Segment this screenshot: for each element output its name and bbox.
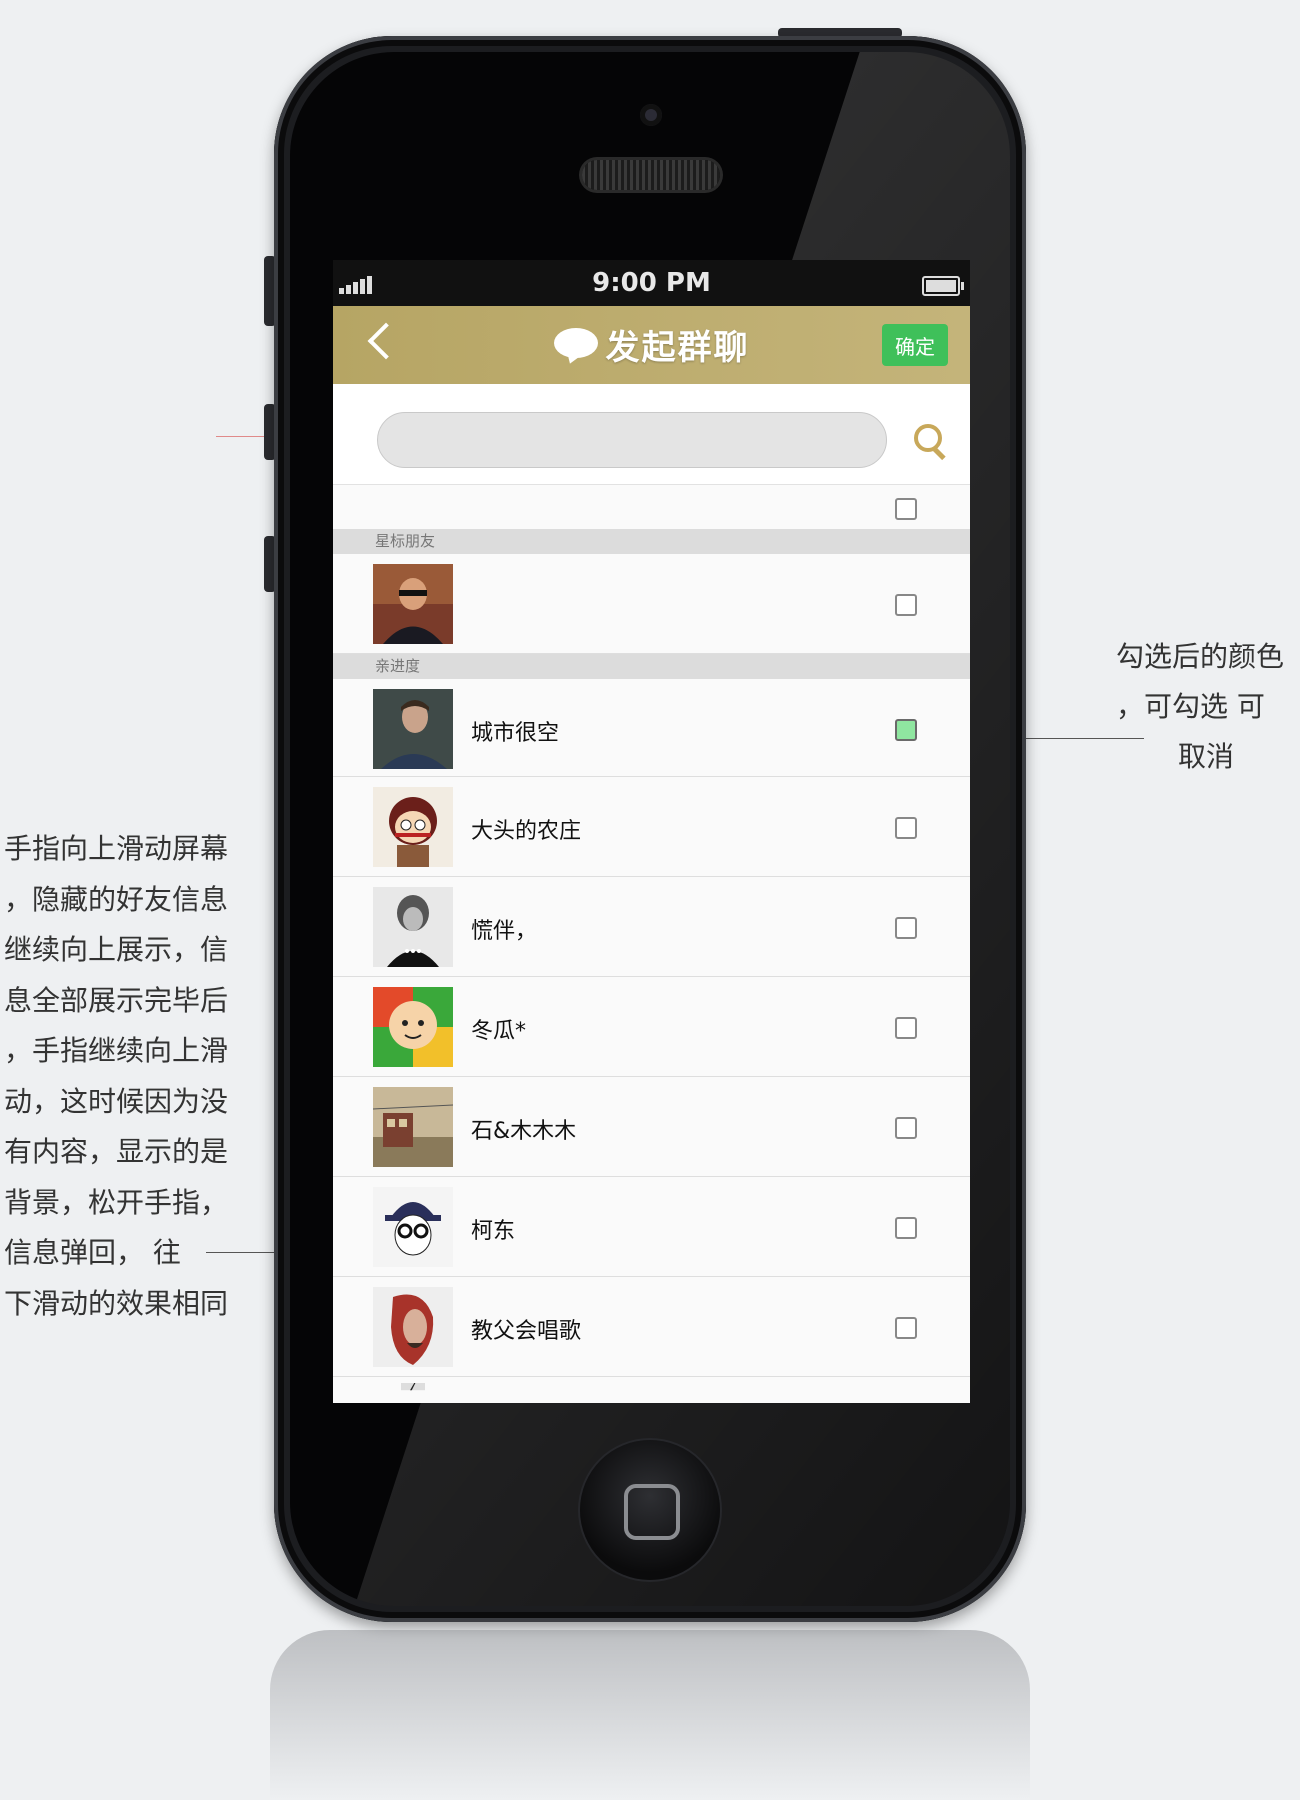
avatar [373,787,453,867]
avatar [373,887,453,967]
contact-checkbox-checked[interactable] [895,719,917,741]
contact-row[interactable]: 大头的农庄 [333,777,970,877]
earpiece-speaker [582,160,720,190]
avatar [401,1383,425,1391]
select-all-row [333,485,970,529]
phone-reflection [270,1630,1030,1800]
confirm-button[interactable]: 确定 [882,324,948,366]
phone-screen: 9:00 PM 发起群聊 确定 星标朋友 亲进度 城市很空 大头的农庄 慌伴， … [333,260,970,1403]
search-input[interactable] [377,412,887,468]
avatar [373,1287,453,1367]
contact-checkbox[interactable] [895,817,917,839]
chat-bubble-icon [553,327,598,366]
search-icon[interactable] [914,424,946,461]
status-bar: 9:00 PM [333,260,970,306]
home-button[interactable] [580,1440,720,1580]
avatar [373,564,453,644]
nav-title-group: 发起群聊 [333,320,970,369]
avatar [373,987,453,1067]
page-title: 发起群聊 [605,328,750,368]
select-all-checkbox[interactable] [895,498,917,520]
contact-name: 慌伴， [471,919,538,944]
section-header-recent: 亲进度 [333,654,970,679]
contact-row[interactable]: 冬瓜* [333,977,970,1077]
right-annotation-line2: ，可勾选 可 [1116,690,1265,723]
battery-icon [922,276,964,296]
right-annotation: 勾选后的颜色 ，可勾选 可 取消 [1116,632,1300,782]
contact-name: 冬瓜* [471,1019,527,1044]
contact-name: 柯东 [471,1219,516,1244]
contact-row-partial [333,1377,970,1403]
contact-checkbox[interactable] [895,1017,917,1039]
avatar [373,1187,453,1267]
contact-checkbox[interactable] [895,1217,917,1239]
avatar [373,1087,453,1167]
home-square-icon [624,1484,680,1540]
contact-name: 石&木木木 [471,1119,577,1144]
right-annotation-line3: 取消 [1178,740,1235,773]
nav-bar: 发起群聊 确定 [333,306,970,384]
contact-row[interactable]: 城市很空 [333,679,970,777]
front-camera [640,104,662,126]
section-header-starred: 星标朋友 [333,529,970,554]
contact-checkbox[interactable] [895,1117,917,1139]
search-bar [333,384,970,485]
right-annotation-line1: 勾选后的颜色 [1116,640,1285,673]
contact-row[interactable]: 柯东 [333,1177,970,1277]
contact-checkbox[interactable] [895,594,917,616]
contact-row[interactable]: 慌伴， [333,877,970,977]
status-time: 9:00 PM [592,268,711,298]
contact-name: 教父会唱歌 [471,1319,582,1344]
contact-row[interactable] [333,554,970,654]
contact-name: 城市很空 [471,721,560,746]
contact-name: 大头的农庄 [471,819,582,844]
left-annotation: 手指向上滑动屏幕 ，隐藏的好友信息 继续向上展示，信 息全部展示完毕后 ，手指继… [4,832,229,1320]
contact-checkbox[interactable] [895,1317,917,1339]
contact-row[interactable]: 石&木木木 [333,1077,970,1177]
contact-row[interactable]: 教父会唱歌 [333,1277,970,1377]
contact-checkbox[interactable] [895,917,917,939]
avatar [373,689,453,769]
